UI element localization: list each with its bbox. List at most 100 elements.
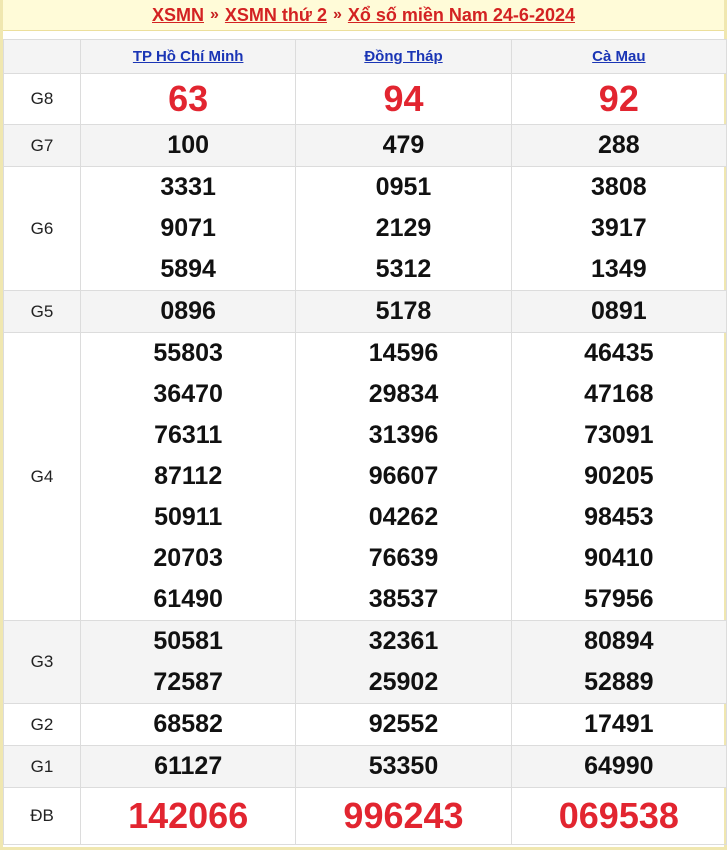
prize-number: 2129 xyxy=(375,214,432,242)
prize-number: 0891 xyxy=(591,297,647,325)
prize-number: 38537 xyxy=(368,585,439,613)
prize-number: 04262 xyxy=(368,503,439,531)
prize-label: G8 xyxy=(3,73,81,125)
prize-number: 76311 xyxy=(154,421,223,449)
prize-cell: 64990 xyxy=(510,745,727,788)
prize-cell: 53350 xyxy=(295,745,512,788)
prize-label: G4 xyxy=(3,332,81,621)
prize-number: 288 xyxy=(597,131,640,159)
province-header-row: TP Hồ Chí Minh Đồng Tháp Cà Mau xyxy=(3,39,727,74)
prize-number: 55803 xyxy=(153,339,223,367)
prize-number: 90410 xyxy=(584,544,654,572)
prize-cell: 0891 xyxy=(510,290,727,333)
special-prize-number: 069538 xyxy=(558,795,679,836)
prize-number: 64990 xyxy=(584,752,654,780)
prize-row-g1: G1 61127 53350 64990 xyxy=(3,745,727,788)
province-link-ca-mau[interactable]: Cà Mau xyxy=(592,48,645,65)
prize-number: 17491 xyxy=(584,710,654,738)
prize-label: ĐB xyxy=(3,787,81,845)
prize-row-g3: G3 50581 72587 32361 25902 80894 52889 xyxy=(3,620,727,704)
prize-label: G7 xyxy=(3,124,81,167)
prize-row-g2: G2 68582 92552 17491 xyxy=(3,703,727,746)
prize-number: 0951 xyxy=(375,173,432,201)
prize-number: 25902 xyxy=(368,668,439,696)
province-header: Đồng Tháp xyxy=(295,39,512,74)
prize-number: 61127 xyxy=(154,752,223,780)
prize-label: G6 xyxy=(3,166,81,291)
prize-cell: 0896 xyxy=(79,290,297,333)
prize-number: 5894 xyxy=(160,255,216,283)
prize-number: 1349 xyxy=(591,255,647,283)
prize-cell: 55803 36470 76311 87112 50911 20703 61490 xyxy=(79,332,297,621)
prize-row-đb: ĐB 142066 996243 069538 xyxy=(3,787,727,845)
prize-number: 57956 xyxy=(584,585,654,613)
prize-number: 32361 xyxy=(368,627,439,655)
prize-cell: 80894 52889 xyxy=(510,620,727,704)
breadcrumb-date-link[interactable]: Xổ số miền Nam 24-6-2024 xyxy=(348,5,575,26)
prize-row-g4: G4 55803 36470 76311 87112 50911 20703 61490 145… xyxy=(3,332,727,621)
prize-cell: 92552 xyxy=(295,703,512,746)
prize-number: 46435 xyxy=(584,339,654,367)
prize-label: G3 xyxy=(3,620,81,704)
prize-number: 3808 xyxy=(591,173,647,201)
special-prize-number: 142066 xyxy=(128,795,249,836)
prize-cell: 17491 xyxy=(510,703,727,746)
breadcrumb: XSMN » XSMN thứ 2 » Xổ số miền Nam 24-6-… xyxy=(3,0,724,31)
breadcrumb-separator: » xyxy=(210,6,219,23)
prize-row-g6: G6 3331 9071 5894 0951 2129 5312 3808 3917 1349 xyxy=(3,166,727,291)
province-link-dong-thap[interactable]: Đồng Tháp xyxy=(364,48,442,65)
prize-number: 31396 xyxy=(368,421,439,449)
prize-cell: 3331 9071 5894 xyxy=(79,166,297,291)
prize-number: 3917 xyxy=(591,214,647,242)
prize-number: 76639 xyxy=(368,544,439,572)
prize-number: 5312 xyxy=(375,255,432,283)
prize-number: 47168 xyxy=(584,380,654,408)
prize-label: G2 xyxy=(3,703,81,746)
prize-cell: 288 xyxy=(510,124,727,167)
prize-number: 52889 xyxy=(584,668,654,696)
prize-row-g7: G7 100 479 288 xyxy=(3,124,727,167)
prize-cell: 996243 xyxy=(295,787,512,845)
prize-number: 50911 xyxy=(154,503,223,531)
prize-cell: 61127 xyxy=(79,745,297,788)
prize-number: 100 xyxy=(167,131,210,159)
prize-number: 63 xyxy=(168,78,209,119)
prize-cell: 479 xyxy=(295,124,512,167)
prize-cell: 3808 3917 1349 xyxy=(510,166,727,291)
prize-number: 68582 xyxy=(153,710,223,738)
prize-cell: 50581 72587 xyxy=(79,620,297,704)
prize-number: 80894 xyxy=(584,627,654,655)
prize-number: 9071 xyxy=(160,214,216,242)
province-link-hcm[interactable]: TP Hồ Chí Minh xyxy=(133,48,244,65)
special-prize-number: 996243 xyxy=(343,795,464,836)
prize-row-g8: G8 63 94 92 xyxy=(3,73,727,125)
prize-cell: 142066 xyxy=(79,787,297,845)
prize-cell: 32361 25902 xyxy=(295,620,512,704)
prize-number: 20703 xyxy=(153,544,223,572)
prize-number: 98453 xyxy=(584,503,654,531)
prize-number: 50581 xyxy=(153,627,223,655)
prize-cell: 68582 xyxy=(79,703,297,746)
prize-label: G5 xyxy=(3,290,81,333)
prize-number: 61490 xyxy=(153,585,223,613)
prize-number: 479 xyxy=(382,131,425,159)
prize-number: 3331 xyxy=(160,173,216,201)
prize-label: G1 xyxy=(3,745,81,788)
prize-number: 14596 xyxy=(368,339,439,367)
prize-number: 36470 xyxy=(153,380,223,408)
prize-number: 5178 xyxy=(375,297,432,325)
results-table: TP Hồ Chí Minh Đồng Tháp Cà Mau G8 63 94 92… xyxy=(3,39,727,845)
breadcrumb-separator: » xyxy=(332,6,342,23)
province-header: Cà Mau xyxy=(510,39,727,74)
prize-number: 73091 xyxy=(584,421,654,449)
corner-cell xyxy=(3,39,81,74)
prize-cell: 14596 29834 31396 96607 04262 76639 38537 xyxy=(295,332,512,621)
prize-row-g5: G5 0896 5178 0891 xyxy=(3,290,727,333)
prize-cell: 0951 2129 5312 xyxy=(295,166,512,291)
prize-number: 94 xyxy=(383,78,424,119)
breadcrumb-xsmn-thu2-link[interactable]: XSMN thứ 2 xyxy=(225,5,327,26)
prize-cell: 100 xyxy=(79,124,297,167)
header-spacer xyxy=(3,31,724,39)
breadcrumb-xsmn-link[interactable]: XSMN xyxy=(152,5,204,26)
prize-number: 29834 xyxy=(368,380,439,408)
